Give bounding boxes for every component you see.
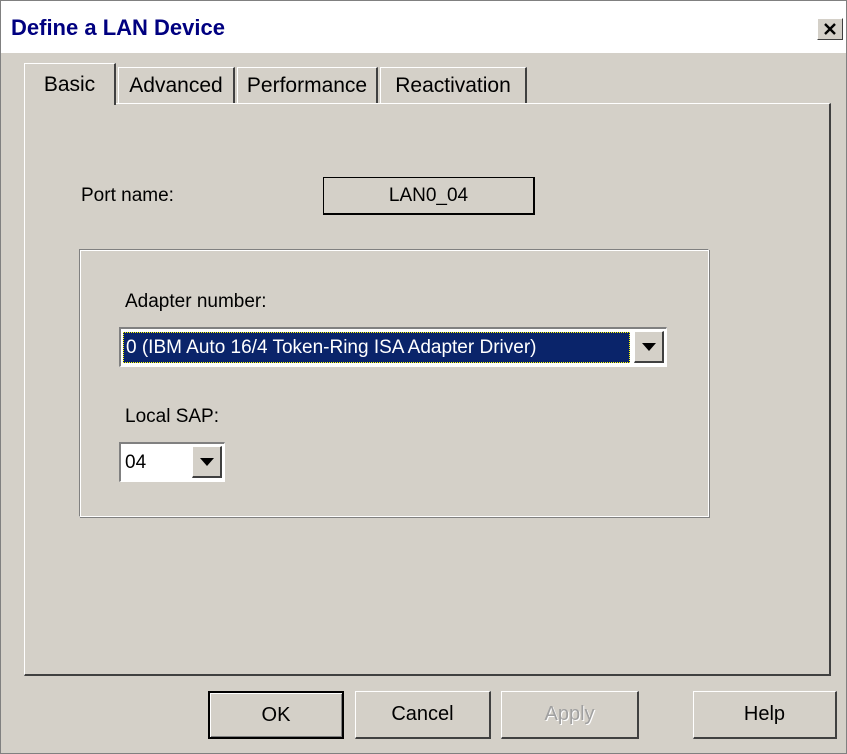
local-sap-label: Local SAP: [125,406,219,427]
tab-label: Performance [246,73,368,97]
window-title: Define a LAN Device [11,15,225,40]
close-button[interactable] [817,18,843,40]
help-button[interactable]: Help [693,691,837,739]
port-name-label: Port name: [81,185,174,206]
port-name-field: LAN0_04 [323,177,535,215]
adapter-number-select[interactable]: 0 (IBM Auto 16/4 Token-Ring ISA Adapter … [119,327,667,367]
ok-button[interactable]: OK [208,691,344,739]
tab-advanced[interactable]: Advanced [118,67,235,103]
tab-reactivation[interactable]: Reactivation [380,67,527,103]
local-sap-select[interactable]: 04 [119,442,225,482]
tab-label: Reactivation [395,73,511,97]
local-sap-value: 04 [125,451,147,473]
adapter-dropdown-button[interactable] [634,331,664,363]
tab-label: Basic [43,72,96,96]
apply-button[interactable]: Apply [501,691,639,739]
chevron-down-icon [641,342,656,351]
sap-dropdown-button[interactable] [192,446,222,478]
dialog-window: Define a LAN Device Basic Advanced Perfo… [0,0,847,754]
tab-basic[interactable]: Basic [24,63,116,105]
tab-label: Advanced [129,73,223,97]
adapter-number-label: Adapter number: [125,291,267,312]
tab-performance[interactable]: Performance [237,67,378,103]
title-bar[interactable]: Define a LAN Device [1,1,846,53]
adapter-number-value: 0 (IBM Auto 16/4 Token-Ring ISA Adapter … [123,332,630,363]
cancel-button[interactable]: Cancel [355,691,491,739]
chevron-down-icon [199,457,214,466]
close-icon [824,23,836,35]
